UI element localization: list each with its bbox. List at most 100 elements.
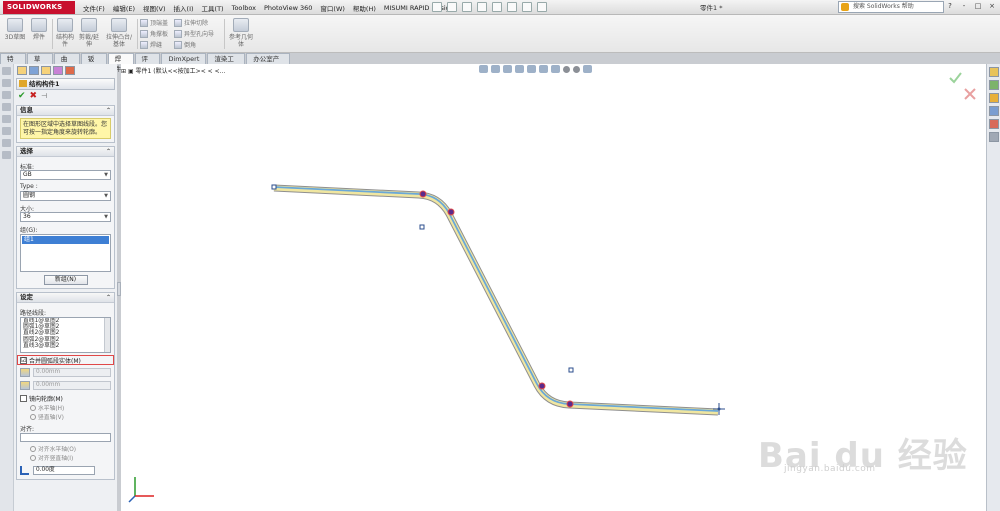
ok-button[interactable]: ✔ bbox=[18, 92, 26, 101]
path-segments-list[interactable]: 直线1@草图2 圆弧1@草图2 直线2@草图2 圆弧2@草图2 直线3@草图2 bbox=[20, 317, 111, 353]
options-icon[interactable] bbox=[537, 2, 547, 12]
menu-toolbox[interactable]: Toolbox bbox=[228, 4, 260, 12]
rotation-angle-input[interactable]: 0.00度 bbox=[33, 466, 95, 475]
rebuild-icon[interactable] bbox=[522, 2, 532, 12]
menu-help[interactable]: 帮助(H) bbox=[349, 3, 380, 13]
arc-center-marker[interactable] bbox=[419, 224, 425, 230]
list-item[interactable]: 直线3@草图2 bbox=[21, 343, 104, 349]
select-icon[interactable] bbox=[507, 2, 517, 12]
sketch-point[interactable] bbox=[566, 400, 574, 408]
extrude-cut-button[interactable]: 拉伸切除 bbox=[174, 18, 208, 27]
menu-edit[interactable]: 编辑(E) bbox=[109, 3, 139, 13]
dimxpert-icon[interactable] bbox=[2, 103, 11, 111]
sketch3d-button[interactable]: 3D草图 bbox=[4, 18, 26, 41]
collapse-icon[interactable]: ⌃ bbox=[106, 293, 111, 302]
tab-surfaces[interactable]: 曲面 bbox=[53, 53, 80, 73]
arc-center-marker[interactable] bbox=[568, 367, 574, 373]
align-horizontal-radio[interactable] bbox=[30, 445, 36, 452]
display-icon[interactable] bbox=[2, 115, 11, 123]
confirm-cancel-icon[interactable] bbox=[964, 88, 976, 100]
cut-list-icon[interactable] bbox=[2, 127, 11, 135]
merge-arc-option[interactable]: ☑ 合并圆弧段实体(M) bbox=[17, 355, 114, 365]
help-search-input[interactable]: 搜索 SolidWorks 帮助 bbox=[838, 1, 944, 13]
end-cap-button[interactable]: 顶端盖 bbox=[140, 18, 168, 27]
path-list-scrollbar[interactable] bbox=[104, 318, 110, 352]
new-group-button[interactable]: 新组(N) bbox=[43, 275, 88, 285]
help-button[interactable]: ? bbox=[944, 1, 956, 12]
solidworks-resources-icon[interactable] bbox=[989, 67, 999, 77]
tab-evaluate[interactable]: 评估 bbox=[134, 53, 161, 73]
config-icon[interactable] bbox=[2, 91, 11, 99]
maximize-button[interactable]: □ bbox=[972, 1, 984, 12]
align-vertical-option[interactable]: 对齐竖直轴(I) bbox=[20, 453, 111, 462]
align-horizontal-option[interactable]: 对齐水平轴(O) bbox=[20, 444, 111, 453]
tab-dimxpert[interactable]: DimXpert bbox=[161, 53, 207, 64]
mirror-profile-checkbox[interactable] bbox=[20, 394, 27, 402]
pin-icon[interactable]: ⊣ bbox=[41, 92, 47, 100]
cancel-button[interactable]: ✖ bbox=[30, 92, 38, 101]
menu-tools[interactable]: 工具(T) bbox=[198, 3, 228, 13]
tab-sketch[interactable]: 草图 bbox=[26, 53, 53, 73]
tab-features[interactable]: 特征 bbox=[0, 53, 26, 73]
horizontal-axis-option[interactable]: 水平轴(H) bbox=[20, 403, 111, 412]
hole-wizard-button[interactable]: 异型孔向导 bbox=[174, 29, 214, 38]
property-icon[interactable] bbox=[2, 79, 11, 87]
property-manager-icon[interactable] bbox=[29, 66, 39, 75]
horizontal-axis-radio[interactable] bbox=[30, 404, 36, 411]
type-select[interactable]: 圆钢 ▼ bbox=[20, 191, 111, 201]
group-list-item[interactable]: 组1 bbox=[22, 236, 109, 244]
structural-member-button[interactable]: 结构构件 bbox=[54, 18, 76, 48]
settings-header[interactable]: 设定 ⌃ bbox=[17, 293, 114, 303]
tab-weldments[interactable]: 焊件 bbox=[107, 53, 134, 73]
new-doc-icon[interactable] bbox=[432, 2, 442, 12]
sketch-point[interactable] bbox=[419, 190, 427, 198]
profile-origin[interactable] bbox=[717, 407, 721, 411]
weldment-button[interactable]: 焊件 bbox=[28, 18, 50, 41]
menu-view[interactable]: 视图(V) bbox=[139, 3, 170, 13]
minimize-button[interactable]: - bbox=[958, 1, 970, 12]
custom-properties-icon[interactable] bbox=[989, 132, 999, 142]
collapse-icon[interactable]: ⌃ bbox=[106, 106, 111, 115]
confirm-ok-icon[interactable] bbox=[949, 72, 962, 84]
extrude-boss-button[interactable]: 拉伸凸台/基体 bbox=[104, 18, 134, 48]
menu-insert[interactable]: 插入(I) bbox=[170, 3, 198, 13]
undo-icon[interactable] bbox=[492, 2, 502, 12]
weld-bead-button[interactable]: 焊缝 bbox=[140, 40, 162, 49]
sketch-point[interactable] bbox=[538, 382, 546, 390]
menu-window[interactable]: 窗口(W) bbox=[316, 3, 349, 13]
material-icon[interactable] bbox=[2, 139, 11, 147]
close-button[interactable]: × bbox=[986, 1, 998, 12]
dimxpert-manager-icon[interactable] bbox=[53, 66, 63, 75]
configuration-manager-icon[interactable] bbox=[41, 66, 51, 75]
tab-sheet-metal[interactable]: 钣金 bbox=[80, 53, 107, 73]
sensor-icon[interactable] bbox=[2, 151, 11, 159]
standard-select[interactable]: GB ▼ bbox=[20, 170, 111, 180]
structural-member-body[interactable] bbox=[273, 185, 719, 415]
feature-tree-icon[interactable] bbox=[2, 67, 11, 75]
appearances-icon[interactable] bbox=[989, 119, 999, 129]
collapse-icon[interactable]: ⌃ bbox=[106, 147, 111, 156]
align-input[interactable] bbox=[20, 433, 111, 442]
align-vertical-radio[interactable] bbox=[30, 454, 36, 461]
sketch-point[interactable] bbox=[447, 208, 455, 216]
open-icon[interactable] bbox=[447, 2, 457, 12]
menu-photoview[interactable]: PhotoView 360 bbox=[260, 4, 316, 12]
mirror-profile-option[interactable]: 镜向轮廓(M) bbox=[20, 393, 111, 403]
info-header[interactable]: 信息 ⌃ bbox=[17, 106, 114, 116]
endpoint-marker[interactable] bbox=[271, 184, 277, 190]
reference-geometry-button[interactable]: 参考几何体 bbox=[228, 18, 254, 48]
design-library-icon[interactable] bbox=[989, 80, 999, 90]
merge-arc-checkbox[interactable]: ☑ bbox=[20, 356, 27, 364]
trim-extend-button[interactable]: 剪裁/延伸 bbox=[78, 18, 100, 48]
gusset-button[interactable]: 角撑板 bbox=[140, 29, 168, 38]
menu-file[interactable]: 文件(F) bbox=[79, 3, 109, 13]
feature-manager-icon[interactable] bbox=[17, 66, 27, 75]
display-manager-icon[interactable] bbox=[65, 66, 75, 75]
view-palette-icon[interactable] bbox=[989, 106, 999, 116]
tab-render-tools[interactable]: 渲染工具 bbox=[207, 53, 246, 73]
vertical-axis-radio[interactable] bbox=[30, 413, 36, 420]
chamfer-button[interactable]: 倒角 bbox=[174, 40, 196, 49]
selection-header[interactable]: 选择 ⌃ bbox=[17, 147, 114, 157]
group-list[interactable]: 组1 bbox=[20, 234, 111, 272]
save-icon[interactable] bbox=[462, 2, 472, 12]
